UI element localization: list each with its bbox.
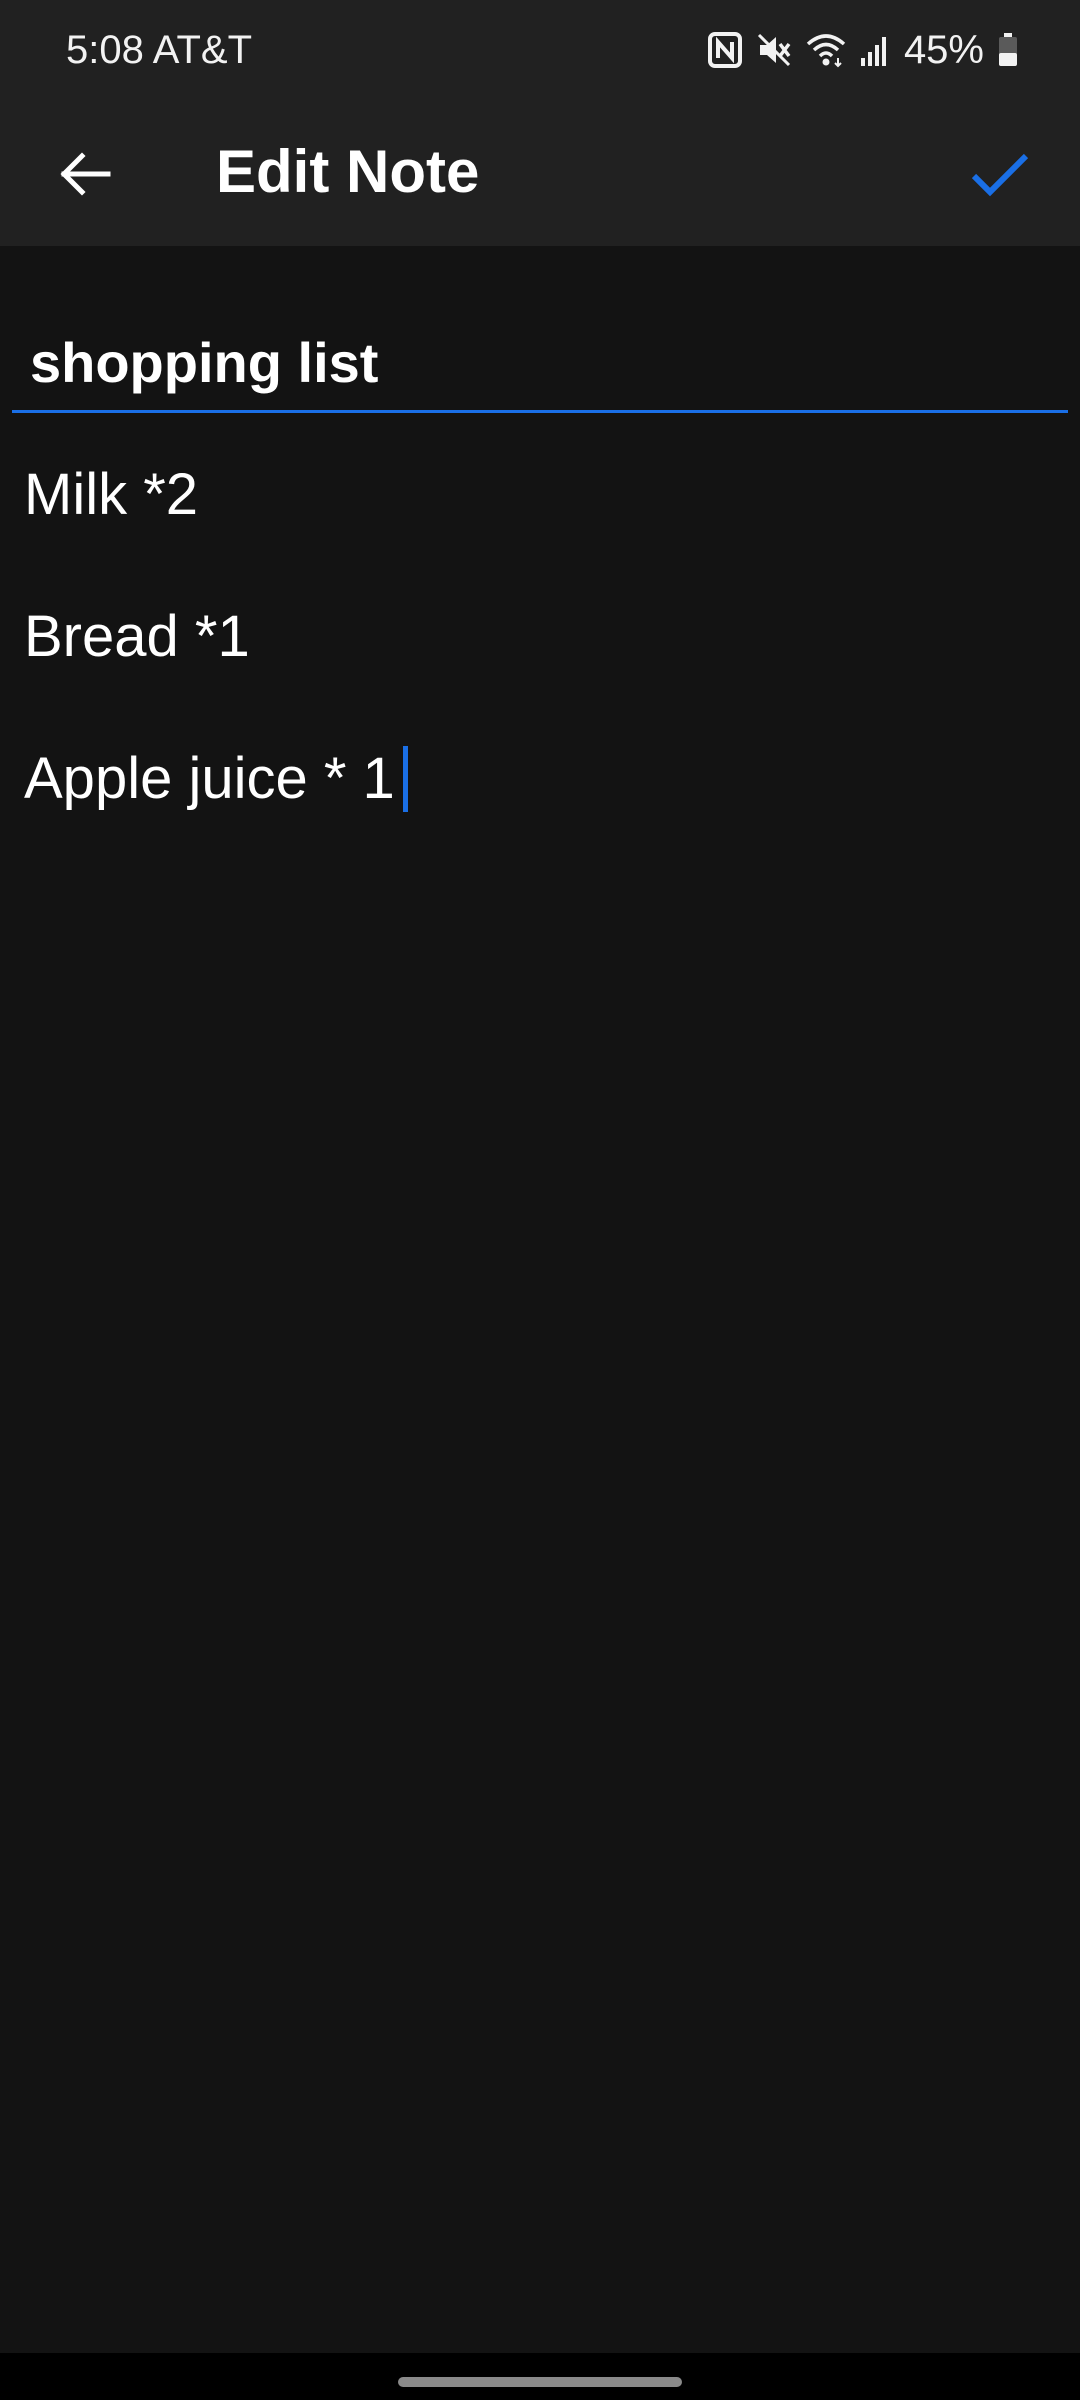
battery-icon	[998, 33, 1018, 67]
navigation-bar	[0, 2353, 1080, 2400]
status-bar: 5:08 AT&T 45%	[0, 0, 1080, 98]
note-title-input[interactable]: shopping list	[12, 320, 1068, 413]
nfc-icon	[707, 32, 742, 68]
note-line-text: Bread *1	[24, 604, 250, 669]
home-indicator[interactable]	[398, 2377, 682, 2387]
back-button[interactable]	[40, 132, 128, 220]
note-line: Bread *1	[24, 602, 1056, 672]
text-cursor	[402, 746, 408, 812]
note-line: Apple juice * 1	[24, 744, 1056, 814]
wifi-icon	[806, 32, 846, 68]
save-button[interactable]	[956, 132, 1044, 220]
note-title-text: shopping list	[30, 331, 379, 394]
edit-note-screen: 5:08 AT&T 45% Edit Note shopping list Mi…	[0, 0, 1080, 2400]
status-icons: 45%	[707, 24, 1018, 76]
check-icon	[970, 150, 1030, 203]
note-line-text: Apple juice * 1	[24, 746, 395, 811]
note-line: Milk *2	[24, 460, 1056, 530]
page-title: Edit Note	[216, 138, 480, 205]
arrow-left-icon	[56, 150, 112, 203]
signal-icon	[860, 34, 890, 66]
note-body-input[interactable]: Milk *2 Bread *1 Apple juice * 1	[24, 460, 1056, 886]
battery-percent: 45%	[903, 28, 984, 72]
mute-icon	[756, 32, 792, 68]
status-time: 5:08 AT&T	[66, 28, 253, 72]
note-line-text: Milk *2	[24, 462, 199, 527]
app-bar: Edit Note	[0, 98, 1080, 246]
